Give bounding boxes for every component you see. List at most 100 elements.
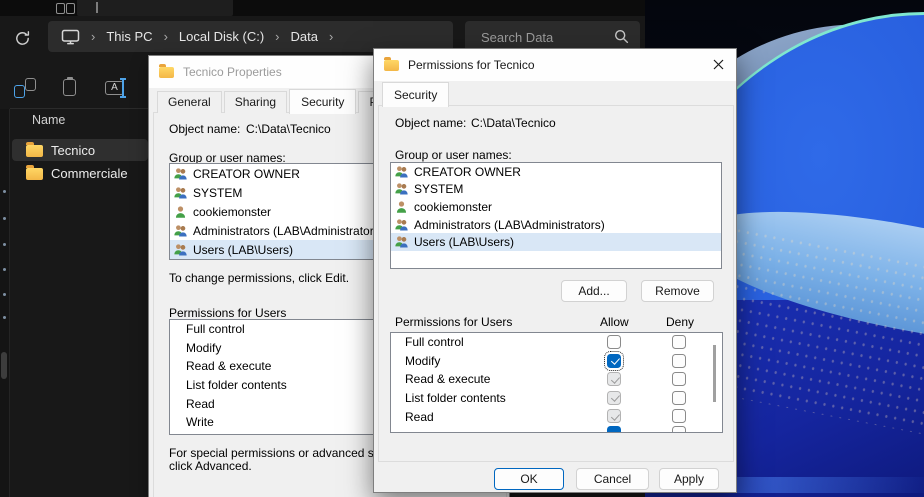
breadcrumb-local-disk-c[interactable]: Local Disk (C:) xyxy=(179,29,264,44)
chevron-right-icon: › xyxy=(318,29,344,44)
allow-checkbox[interactable] xyxy=(607,372,621,386)
rename-button[interactable]: A xyxy=(105,78,129,98)
rail-dot xyxy=(3,316,6,319)
folder-icon xyxy=(384,60,399,71)
user-icon xyxy=(394,200,409,214)
group-item[interactable]: CREATOR OWNER xyxy=(391,163,721,181)
group-item[interactable]: cookiemonster xyxy=(391,198,721,216)
deny-checkbox[interactable] xyxy=(672,372,686,386)
paste-icon xyxy=(63,79,76,96)
permission-name: List folder contents xyxy=(405,391,506,405)
permissions-label: Permissions for Users xyxy=(169,306,286,320)
refresh-button[interactable] xyxy=(10,26,34,50)
edit-hint: To change permissions, click Edit. xyxy=(169,271,349,285)
add-button[interactable]: Add... xyxy=(561,280,627,302)
allow-checkbox[interactable] xyxy=(607,391,621,405)
remove-button[interactable]: Remove xyxy=(641,280,714,302)
close-icon xyxy=(713,59,724,70)
tab-security[interactable]: Security xyxy=(382,82,449,107)
screen: › This PC › Local Disk (C:) › Data › xyxy=(0,0,924,497)
new-tab-icon[interactable] xyxy=(96,2,98,13)
group-name: Administrators (LAB\Administrators) xyxy=(193,224,384,238)
group-name: Users (LAB\Users) xyxy=(193,243,293,257)
search-icon[interactable] xyxy=(614,29,629,49)
tab-preview-icon xyxy=(56,3,65,14)
refresh-icon xyxy=(13,29,32,48)
this-pc-icon[interactable] xyxy=(61,29,80,45)
tab-sharing[interactable]: Sharing xyxy=(224,91,287,113)
breadcrumb-data[interactable]: Data xyxy=(291,29,318,44)
user-icon xyxy=(173,205,188,219)
file-row-commerciale[interactable]: Commerciale xyxy=(12,162,148,184)
tab-security[interactable]: Security xyxy=(289,89,356,114)
rail-dot xyxy=(3,217,6,220)
dialog-title: Tecnico Properties xyxy=(183,65,282,79)
advanced-hint-line2: click Advanced. xyxy=(169,459,252,473)
column-header-name[interactable]: Name xyxy=(32,113,65,127)
users-icon xyxy=(394,182,409,196)
permissions-label: Permissions for Users xyxy=(395,315,512,329)
group-name: cookiemonster xyxy=(193,205,271,219)
users-icon xyxy=(394,165,409,179)
permission-row-modify: Modify xyxy=(391,352,722,371)
rail-dot xyxy=(3,293,6,296)
allow-header: Allow xyxy=(600,315,629,329)
deny-checkbox[interactable] xyxy=(672,335,686,349)
permissions-tabs: Security xyxy=(382,83,451,106)
rail-dot xyxy=(3,190,6,193)
allow-checkbox[interactable] xyxy=(607,335,621,349)
users-icon xyxy=(394,235,409,249)
folder-icon xyxy=(26,145,43,157)
group-name: Users (LAB\Users) xyxy=(414,235,514,249)
users-icon xyxy=(173,167,188,181)
permissions-dialog-titlebar[interactable]: Permissions for Tecnico xyxy=(374,49,736,81)
group-name: cookiemonster xyxy=(414,200,492,214)
deny-checkbox[interactable] xyxy=(672,354,686,368)
folder-icon xyxy=(159,67,174,78)
permission-name: Read xyxy=(405,410,434,424)
chevron-right-icon: › xyxy=(264,29,290,44)
paste-button[interactable] xyxy=(60,78,82,98)
deny-header: Deny xyxy=(666,315,694,329)
partial-deny-checkbox[interactable] xyxy=(672,426,686,432)
file-name: Commerciale xyxy=(51,166,128,181)
permission-row-full-control: Full control xyxy=(391,333,722,352)
allow-checkbox[interactable] xyxy=(607,409,621,423)
users-icon xyxy=(173,186,188,200)
permissions-scrollbar-thumb[interactable] xyxy=(713,345,716,402)
object-name-value: C:\Data\Tecnico xyxy=(246,122,331,136)
users-icon xyxy=(173,224,188,238)
copy-icon xyxy=(25,78,36,91)
apply-button[interactable]: Apply xyxy=(659,468,719,490)
deny-checkbox[interactable] xyxy=(672,409,686,423)
partial-allow-checkbox[interactable] xyxy=(607,426,621,432)
navigation-pane-scrollbar[interactable] xyxy=(0,109,10,497)
permission-row-list-folder-contents: List folder contents xyxy=(391,389,722,408)
group-name: CREATOR OWNER xyxy=(414,165,521,179)
users-icon xyxy=(394,218,409,232)
chevron-right-icon: › xyxy=(153,29,179,44)
file-row-tecnico[interactable]: Tecnico xyxy=(12,139,148,161)
group-item[interactable]: SYSTEM xyxy=(391,181,721,199)
chevron-right-icon: › xyxy=(80,29,106,44)
permission-row-read: Read xyxy=(391,407,722,426)
explorer-active-tab[interactable] xyxy=(77,0,233,16)
copy-button[interactable] xyxy=(14,78,36,98)
scrollbar-thumb[interactable] xyxy=(1,352,7,379)
group-name: SYSTEM xyxy=(414,182,463,196)
allow-checkbox[interactable] xyxy=(607,354,621,368)
group-item[interactable]: Administrators (LAB\Administrators) xyxy=(391,216,721,234)
permission-name: Full control xyxy=(405,335,464,349)
folder-icon xyxy=(26,168,43,180)
tab-general[interactable]: General xyxy=(157,91,222,113)
permission-row-read-execute: Read & execute xyxy=(391,370,722,389)
deny-checkbox[interactable] xyxy=(672,391,686,405)
close-button[interactable] xyxy=(704,53,732,75)
permission-name: Modify xyxy=(405,354,440,368)
object-name-value: C:\Data\Tecnico xyxy=(471,116,556,130)
ok-button[interactable]: OK xyxy=(494,468,564,490)
cancel-button[interactable]: Cancel xyxy=(576,468,649,490)
breadcrumb-this-pc[interactable]: This PC xyxy=(106,29,152,44)
group-name: Administrators (LAB\Administrators) xyxy=(414,218,605,232)
group-item[interactable]: Users (LAB\Users) xyxy=(391,233,721,251)
